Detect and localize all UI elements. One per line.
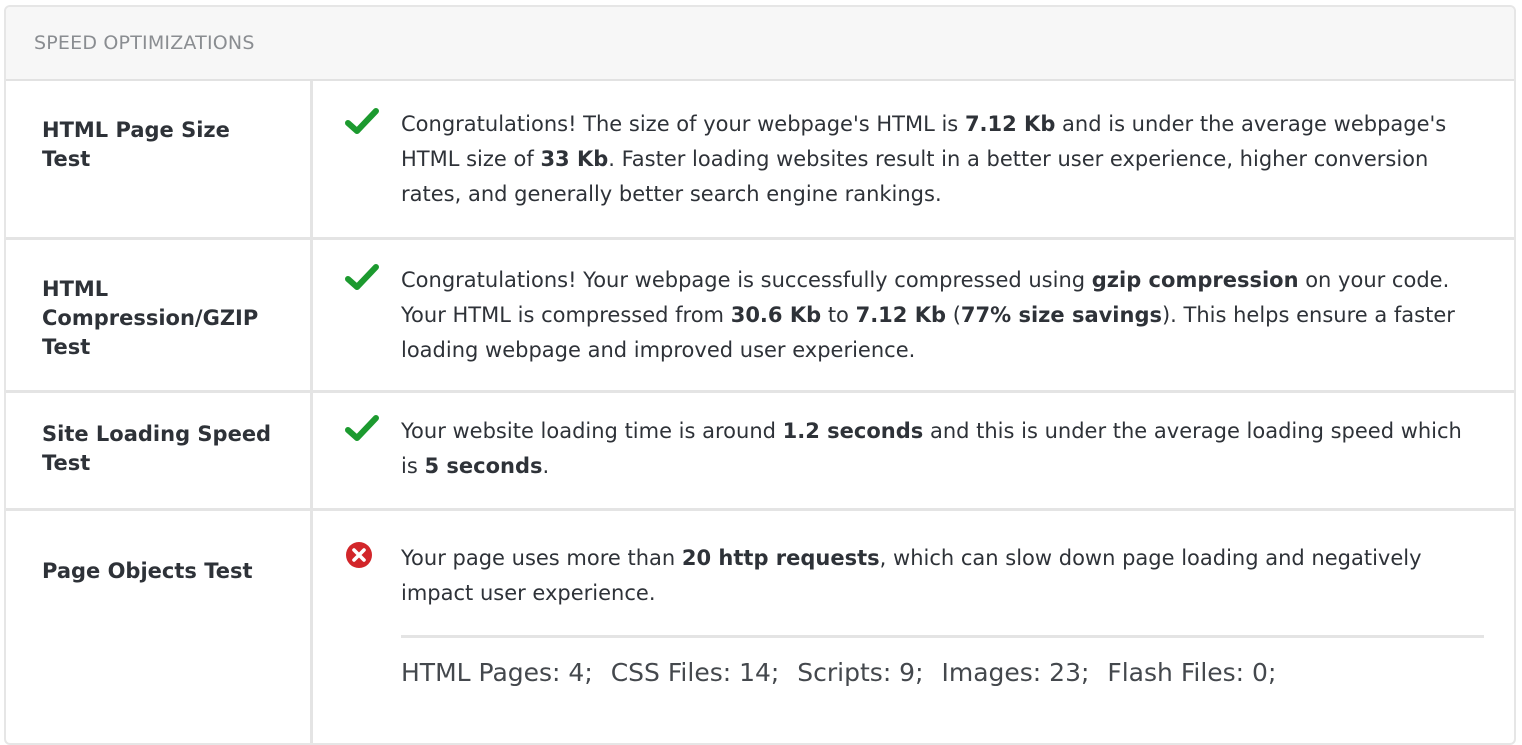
result-text: Congratulations! The size of your webpag… [401,107,1484,212]
test-name: Page Objects Test [6,511,313,743]
stat-html-pages: HTML Pages: 4; [401,658,593,687]
checkmark-icon [345,414,381,444]
text-run: . [542,454,550,478]
error-x-icon [345,541,381,571]
text-run: Congratulations! Your webpage is success… [401,268,1092,292]
result-text: Congratulations! Your webpage is success… [401,263,1484,368]
result-text: Your page uses more than 20 http request… [401,541,1484,611]
test-result: Your page uses more than 20 http request… [313,511,1514,743]
text-run: Your website loading time is around [401,419,783,443]
text-run: Congratulations! The size of your webpag… [401,112,965,136]
panel-title: SPEED OPTIMIZATIONS [6,7,1514,81]
result-row: HTML Compression/GZIP Test Congratulatio… [6,240,1514,393]
highlight-value: 7.12 Kb [964,112,1056,136]
checkmark-icon [345,263,381,293]
highlight-value: 5 seconds [424,454,543,478]
test-result: Congratulations! Your webpage is success… [313,240,1514,390]
text-run: to [821,303,856,327]
highlight-value: 30.6 Kb [730,303,822,327]
test-name: HTML Compression/GZIP Test [6,240,313,390]
highlight-value: 20 http requests [681,546,880,570]
speed-optimizations-panel: SPEED OPTIMIZATIONS HTML Page Size Test … [4,5,1516,745]
page-object-stats: HTML Pages: 4; CSS Files: 14; Scripts: 9… [401,638,1484,687]
highlight-value: 33 Kb [540,147,609,171]
highlight-value: 77% size savings [960,303,1162,327]
checkmark-icon [345,107,381,137]
stat-scripts: Scripts: 9; [797,658,924,687]
test-name: HTML Page Size Test [6,81,313,237]
test-result: Your website loading time is around 1.2 … [313,393,1514,508]
stat-images: Images: 23; [941,658,1090,687]
stat-css-files: CSS Files: 14; [610,658,780,687]
result-row: Page Objects Test Your page uses more th… [6,511,1514,743]
highlight-value: gzip compression [1091,268,1299,292]
highlight-value: 1.2 seconds [782,419,924,443]
test-name: Site Loading Speed Test [6,393,313,508]
text-run: Your page uses more than [401,546,682,570]
stat-flash-files: Flash Files: 0; [1107,658,1277,687]
result-row: Site Loading Speed Test Your website loa… [6,393,1514,511]
test-result: Congratulations! The size of your webpag… [313,81,1514,237]
text-run: ( [946,303,961,327]
highlight-value: 7.12 Kb [855,303,947,327]
result-row: HTML Page Size Test Congratulations! The… [6,81,1514,240]
result-text: Your website loading time is around 1.2 … [401,414,1484,484]
